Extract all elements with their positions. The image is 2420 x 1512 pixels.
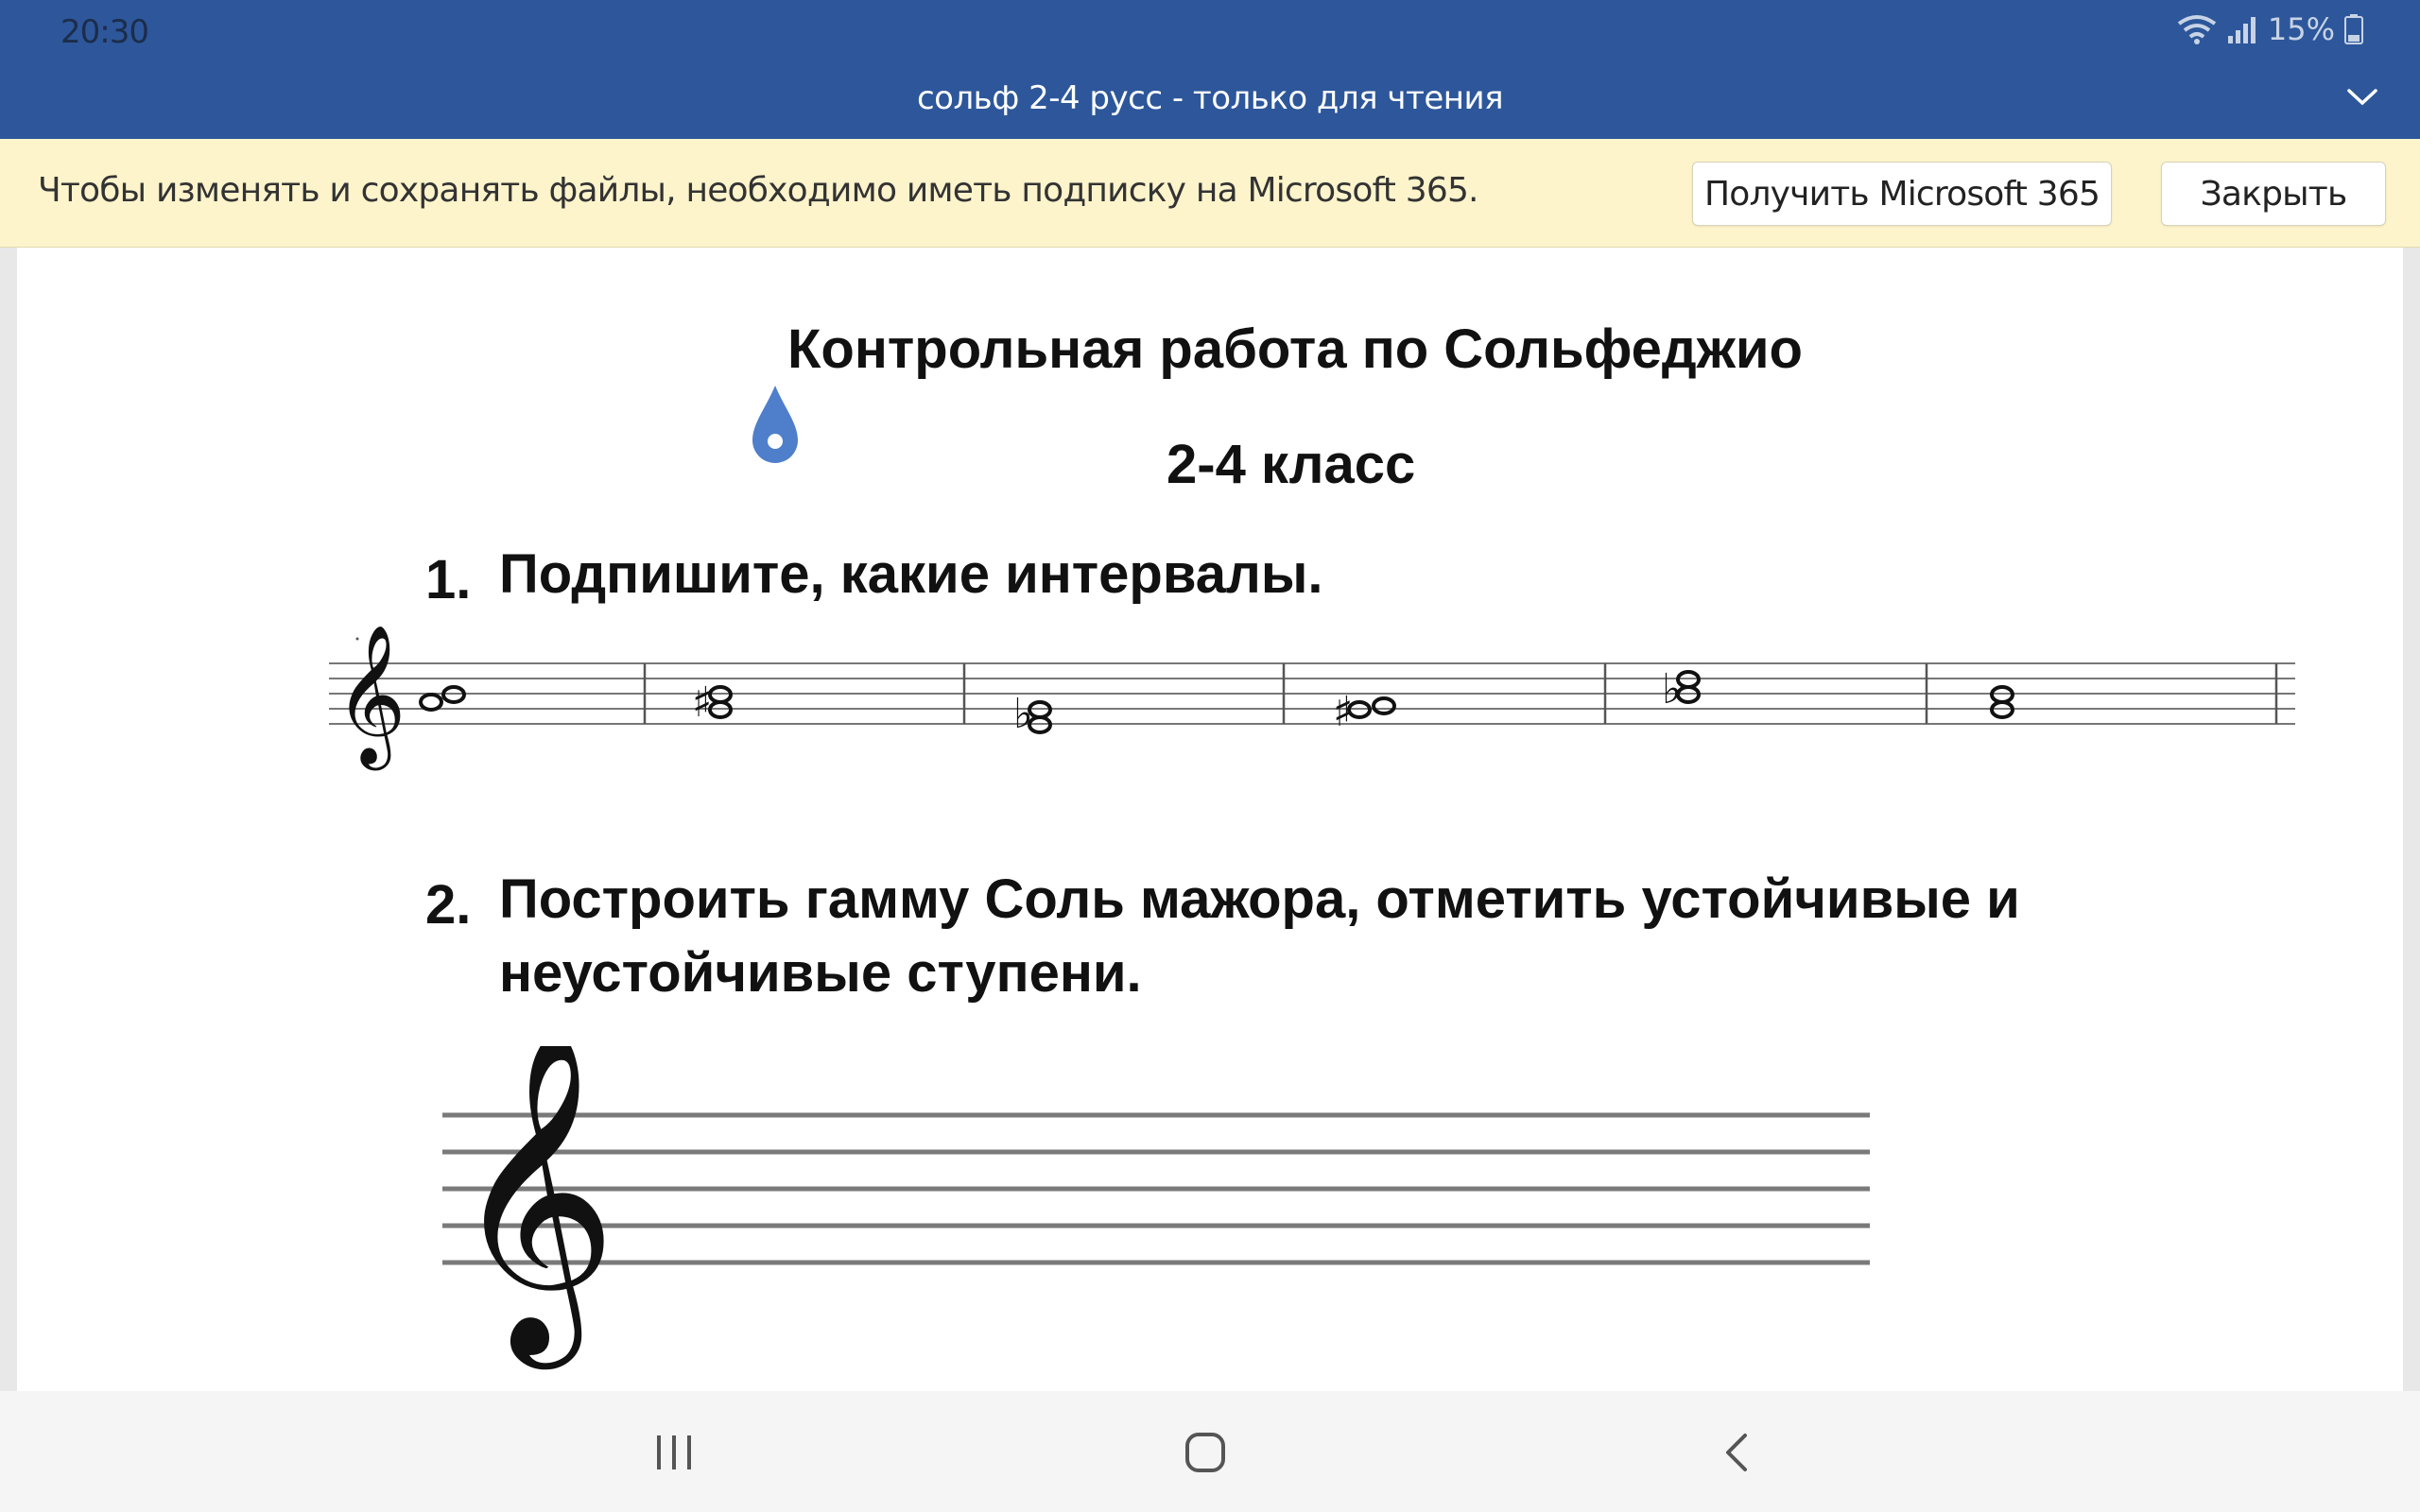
scale-staff: 𝄞 — [442, 1046, 1870, 1371]
status-icons: 15% — [2177, 11, 2363, 47]
chevron-down-icon[interactable] — [2346, 87, 2378, 108]
question-1-text: Подпишите, какие интервалы. — [499, 543, 1323, 605]
question-2-line-1: Построить гамму Соль мажора, отметить ус… — [499, 868, 2020, 930]
svg-text:♯: ♯ — [692, 679, 712, 727]
question-2-number: 2. — [425, 874, 472, 936]
battery-icon — [2344, 14, 2363, 44]
question-1-number: 1. — [425, 549, 472, 610]
question-2-line-2: неустойчивые ступени. — [499, 942, 1142, 1004]
document-title[interactable]: сольф 2-4 русс - только для чтения — [0, 79, 2420, 117]
document-page[interactable]: Контрольная работа по Сольфеджио 2-4 кла… — [17, 248, 2403, 1391]
signal-icon — [2227, 17, 2256, 43]
wifi-icon — [2177, 15, 2217, 44]
treble-clef-icon: 𝄞 — [335, 624, 406, 770]
home-icon — [1185, 1433, 1225, 1472]
svg-text:♯: ♯ — [1333, 688, 1353, 736]
back-icon — [1726, 1434, 1747, 1471]
document-subheading: 2-4 класс — [1167, 434, 1416, 495]
battery-percent: 15% — [2267, 11, 2335, 47]
subscription-banner: Чтобы изменять и сохранять файлы, необхо… — [0, 139, 2420, 248]
recent-apps-icon — [657, 1435, 691, 1469]
close-banner-button[interactable]: Закрыть — [2161, 162, 2386, 226]
banner-message: Чтобы изменять и сохранять файлы, необхо… — [38, 171, 1479, 210]
document-heading: Контрольная работа по Сольфеджио — [787, 318, 1803, 380]
back-button[interactable] — [1703, 1419, 1770, 1486]
text-cursor-handle-icon[interactable] — [747, 382, 804, 467]
system-navigation-bar — [0, 1391, 2420, 1512]
status-time: 20:30 — [60, 13, 149, 51]
recent-apps-button[interactable] — [641, 1419, 707, 1486]
get-microsoft-365-button[interactable]: Получить Microsoft 365 — [1692, 162, 2112, 226]
svg-text:♭: ♭ — [1013, 690, 1033, 738]
treble-clef-icon: 𝄞 — [450, 1046, 617, 1371]
title-bar: 20:30 15% сольф 2-4 русс - только для чт… — [0, 0, 2420, 139]
svg-text:♭: ♭ — [1662, 665, 1682, 713]
home-button[interactable] — [1172, 1419, 1238, 1486]
intervals-staff: 𝄞 ♯ ♭ ♯ ♭ — [329, 624, 2295, 770]
